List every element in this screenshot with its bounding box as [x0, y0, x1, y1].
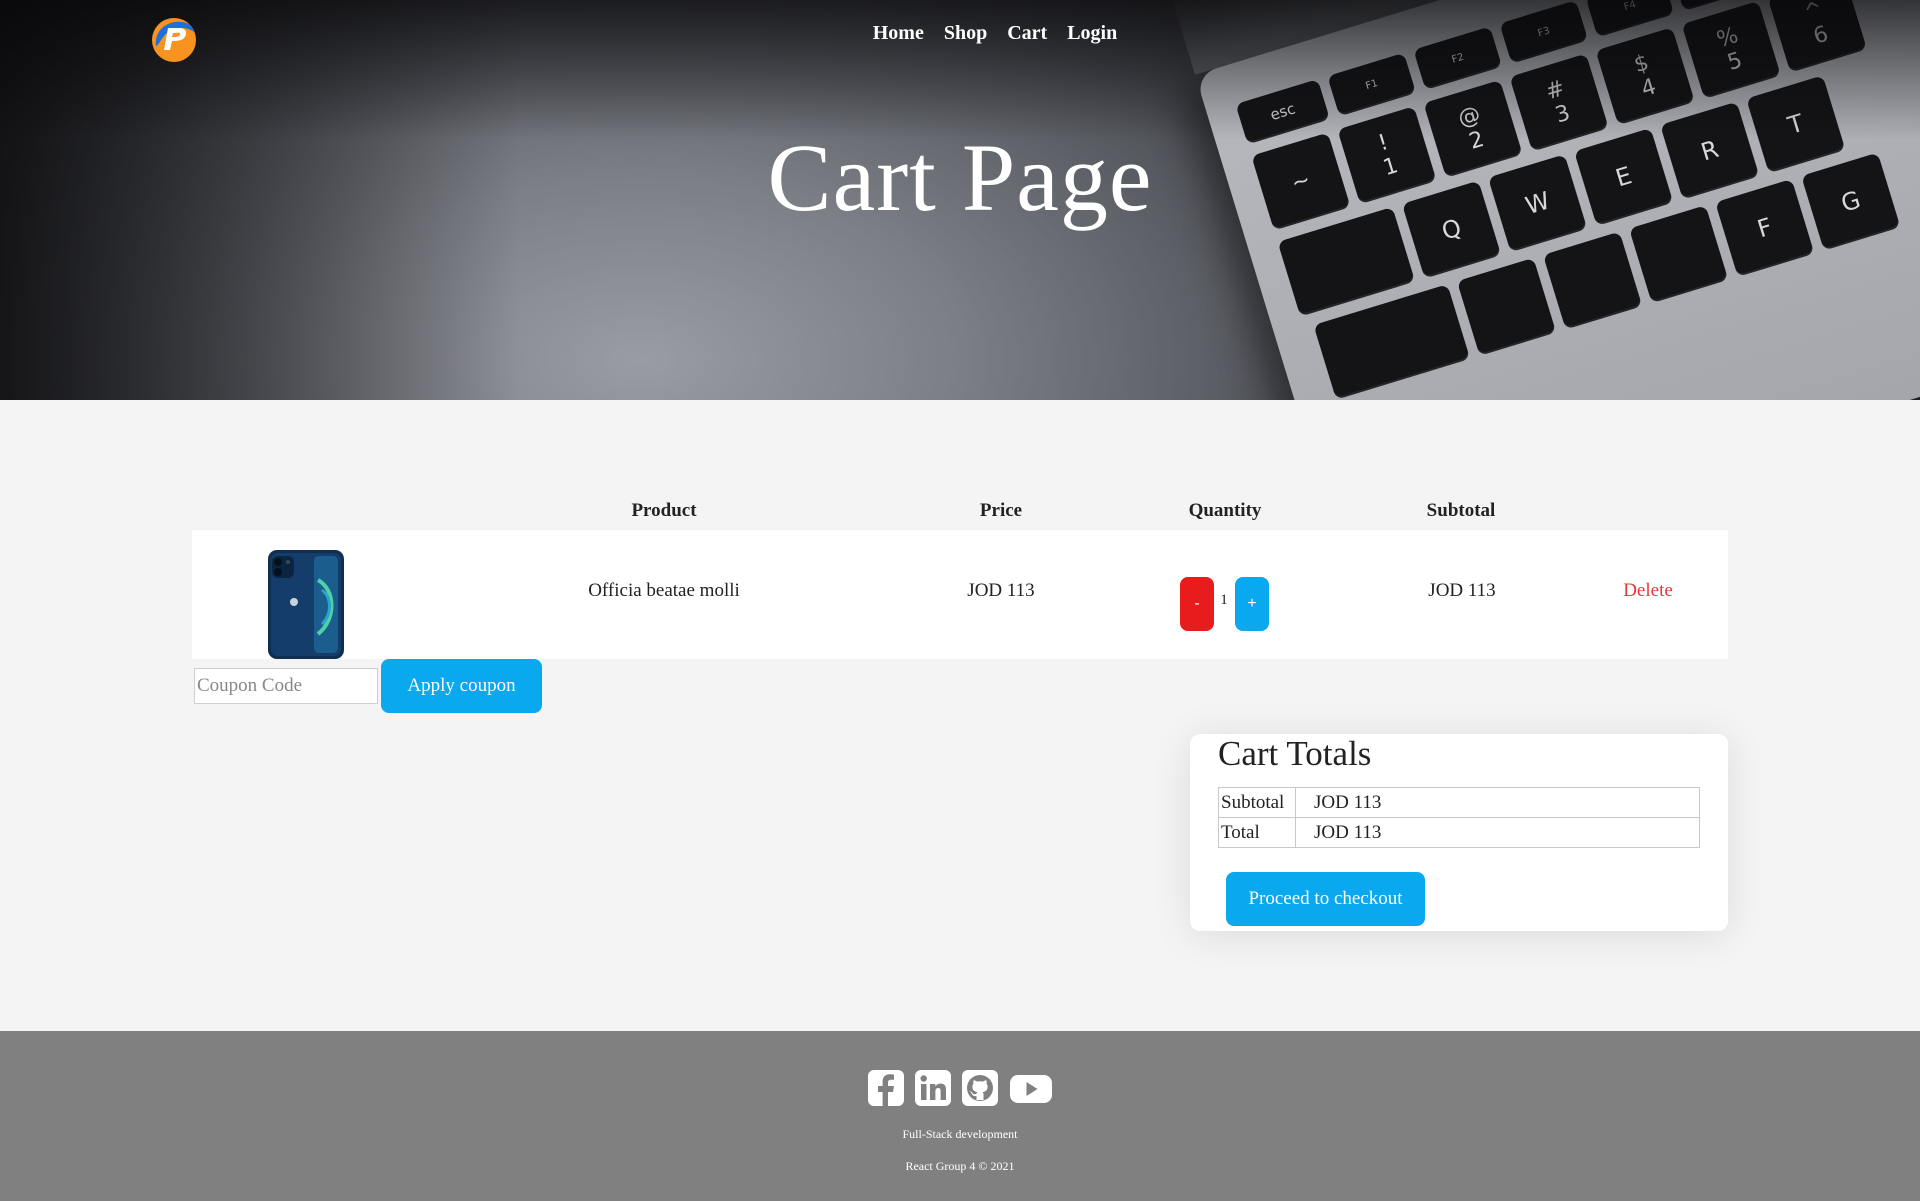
nav-home-link[interactable]: Home	[873, 22, 924, 45]
main-nav: Home Shop Cart Login	[0, 22, 1920, 45]
nav-cart-link[interactable]: Cart	[1007, 22, 1047, 45]
totals-row: Subtotal JOD 113	[1218, 787, 1700, 818]
cart-table-header: Product Price Quantity Subtotal	[192, 500, 1728, 528]
product-image[interactable]	[266, 550, 346, 659]
delete-item-link[interactable]: Delete	[1623, 580, 1673, 602]
totals-row: Total JOD 113	[1218, 817, 1700, 848]
nav-login-link[interactable]: Login	[1067, 22, 1117, 45]
keyboard-key	[1456, 257, 1557, 356]
coupon-code-input[interactable]	[194, 668, 378, 704]
proceed-to-checkout-button[interactable]: Proceed to checkout	[1226, 872, 1425, 926]
item-subtotal: JOD 113	[1428, 580, 1496, 601]
apply-coupon-button[interactable]: Apply coupon	[381, 659, 542, 713]
price-column-header: Price	[979, 500, 1023, 521]
linkedin-icon[interactable]	[914, 1069, 951, 1107]
footer-copyright: React Group 4 © 2021	[905, 1159, 1015, 1173]
subtotal-column-header: Subtotal	[1426, 500, 1496, 521]
product-name[interactable]: Officia beatae molli	[588, 580, 740, 602]
subtotal-label: Subtotal	[1218, 787, 1296, 818]
keyboard-key	[1542, 231, 1643, 330]
cart-item-row: Officia beatae molli JOD 113 - 1 + JOD 1…	[192, 530, 1728, 659]
increment-quantity-button[interactable]: +	[1235, 577, 1269, 631]
subtotal-value: JOD 113	[1295, 787, 1700, 818]
total-label: Total	[1218, 817, 1296, 848]
quantity-value: 1	[1220, 592, 1228, 608]
nav-shop-link[interactable]: Shop	[944, 22, 987, 45]
total-value: JOD 113	[1295, 817, 1700, 848]
youtube-icon[interactable]	[1009, 1069, 1053, 1107]
hero-banner: esc F1 F2 F3 F4 F5 F6 ~ !1 @2 #3 $4 %5 ^…	[0, 0, 1920, 400]
site-footer: Full-Stack development React Group 4 © 2…	[0, 1031, 1920, 1201]
social-links	[0, 1069, 1920, 1107]
cart-totals-title: Cart Totals	[1218, 734, 1372, 773]
product-price: JOD 113	[967, 580, 1035, 601]
github-icon[interactable]	[961, 1069, 998, 1107]
page-title: Cart Page	[767, 124, 1153, 231]
decrement-quantity-button[interactable]: -	[1180, 577, 1214, 631]
footer-tagline: Full-Stack development	[902, 1127, 1018, 1141]
cart-totals-panel: Cart Totals Subtotal JOD 113 Total JOD 1…	[1190, 734, 1728, 931]
quantity-column-header: Quantity	[1188, 500, 1262, 521]
product-column-header: Product	[631, 500, 697, 521]
facebook-icon[interactable]	[867, 1069, 904, 1107]
cart-totals-table: Subtotal JOD 113 Total JOD 113	[1218, 787, 1700, 848]
